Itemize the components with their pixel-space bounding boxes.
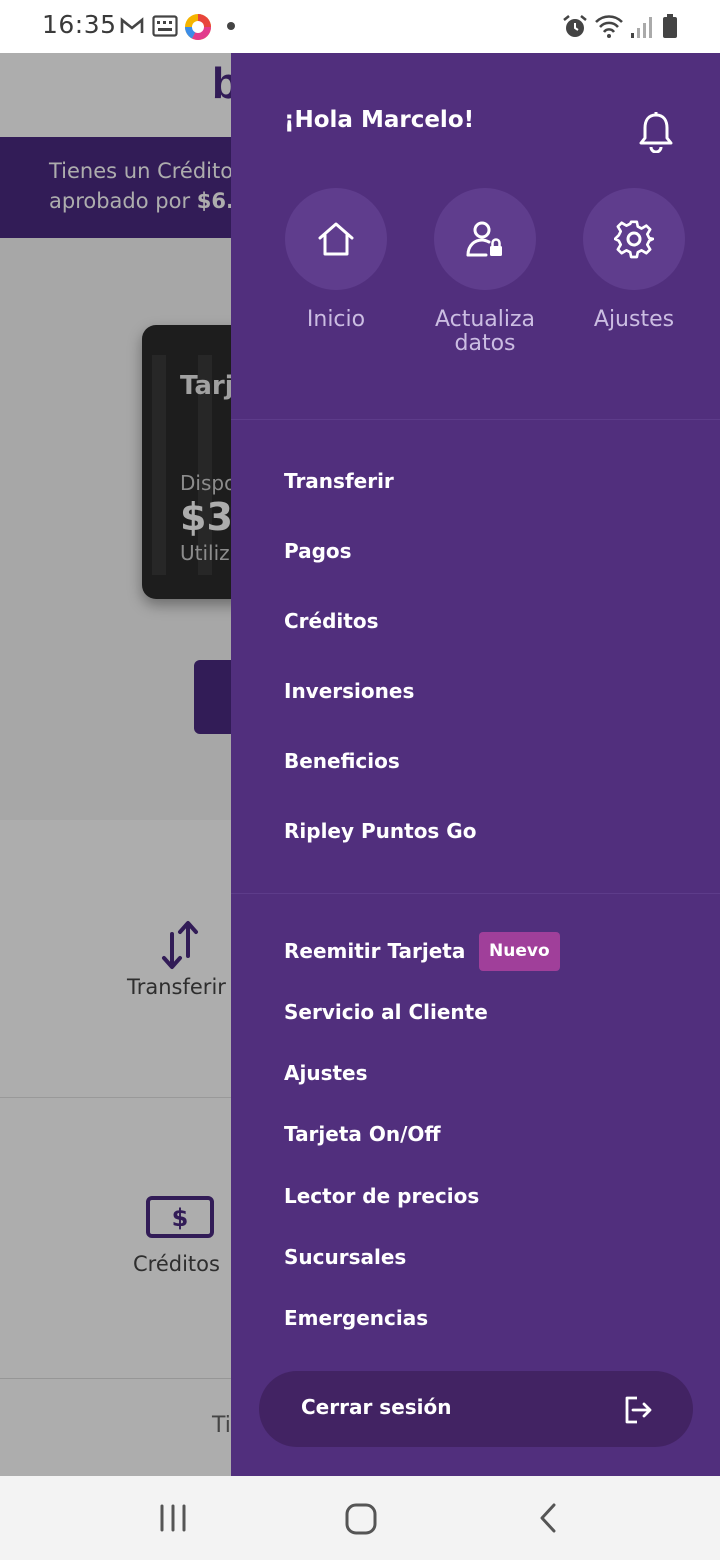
quick-action-label: Ajustes (593, 307, 675, 332)
menu-item-lector-de-precios[interactable]: Lector de precios (284, 1184, 479, 1208)
menu-item-ripley-puntos-go[interactable]: Ripley Puntos Go (284, 819, 476, 843)
quick-action-circle (583, 188, 685, 290)
status-bar: 16:35 (0, 0, 720, 53)
quick-action-label: Inicio (306, 307, 366, 332)
home-icon (318, 222, 354, 256)
quick-action-actualiza-datos[interactable]: Actualiza datos (410, 188, 560, 356)
drawer-divider (231, 893, 720, 894)
menu-item-sucursales[interactable]: Sucursales (284, 1245, 406, 1269)
battery-icon (663, 14, 677, 38)
dot-icon (227, 22, 235, 30)
greeting: ¡Hola Marcelo! (284, 107, 475, 133)
menu-item-servicio-al-cliente[interactable]: Servicio al Cliente (284, 1000, 488, 1024)
back-icon[interactable] (536, 1500, 560, 1536)
logout-label: Cerrar sesión (301, 1395, 452, 1419)
gear-icon (614, 220, 654, 259)
navigation-drawer: ¡Hola Marcelo! Inicio Actualiza datos Aj… (231, 53, 720, 1476)
menu-item-transferir[interactable]: Transferir (284, 469, 394, 493)
menu-item-creditos[interactable]: Créditos (284, 609, 378, 633)
quick-action-inicio[interactable]: Inicio (261, 188, 411, 332)
logout-icon (625, 1396, 652, 1424)
menu-item-tarjeta-on-off[interactable]: Tarjeta On/Off (284, 1122, 441, 1146)
bell-icon[interactable] (637, 111, 675, 153)
alarm-icon (563, 15, 587, 37)
keyboard-icon (152, 15, 178, 37)
menu-item-pagos[interactable]: Pagos (284, 539, 352, 563)
menu-item-ajustes[interactable]: Ajustes (284, 1061, 368, 1085)
wifi-icon (595, 15, 623, 38)
quick-action-label: Actualiza datos (434, 307, 536, 356)
gmail-icon (120, 17, 144, 33)
user-lock-icon (466, 221, 502, 257)
menu-item-emergencias[interactable]: Emergencias (284, 1306, 428, 1330)
recent-apps-icon[interactable] (158, 1500, 188, 1536)
quick-action-circle (434, 188, 536, 290)
quick-action-circle (285, 188, 387, 290)
browser-icon (185, 14, 211, 40)
menu-item-beneficios[interactable]: Beneficios (284, 749, 400, 773)
signal-icon (631, 17, 652, 38)
logout-button[interactable]: Cerrar sesión (259, 1371, 693, 1447)
system-nav-bar (0, 1476, 720, 1560)
drawer-divider (231, 419, 720, 420)
quick-action-ajustes[interactable]: Ajustes (559, 188, 709, 332)
status-time: 16:35 (42, 10, 117, 39)
menu-item-reemitir-tarjeta[interactable]: Reemitir Tarjeta (284, 939, 465, 963)
new-badge: Nuevo (479, 932, 560, 971)
menu-item-inversiones[interactable]: Inversiones (284, 679, 414, 703)
home-button-icon[interactable] (344, 1500, 378, 1536)
